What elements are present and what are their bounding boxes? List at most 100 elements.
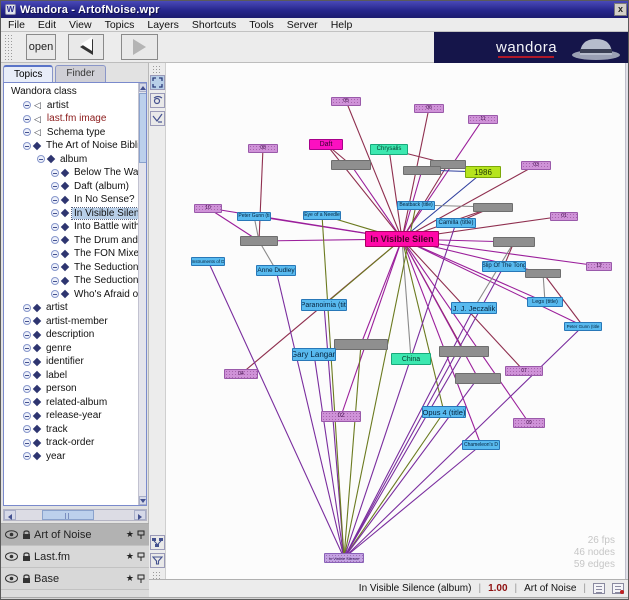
tree-expander-icon[interactable] <box>23 101 31 109</box>
graph-node-P6[interactable]: 10 <box>194 204 222 213</box>
graph-node-B6[interactable]: Beatback (title) <box>397 201 435 210</box>
tree-vertical-scrollbar[interactable] <box>138 83 146 505</box>
tree-item[interactable]: The Art of Noise Bibliograph <box>6 139 146 153</box>
tree-item[interactable]: label <box>6 369 146 383</box>
tree-item[interactable]: genre <box>6 342 146 356</box>
graph-node-M2[interactable]: In Visible Silen <box>365 231 439 247</box>
graph-options-button[interactable] <box>150 535 165 550</box>
layer-pin-icon[interactable] <box>137 574 145 583</box>
tree-item[interactable]: artist <box>6 301 146 315</box>
visibility-eye-icon[interactable] <box>5 530 18 539</box>
scroll-right-arrow[interactable] <box>134 510 146 520</box>
graph-node-P9[interactable]: 04 <box>224 369 258 379</box>
graph-toolbar-handle-bottom[interactable] <box>152 571 162 579</box>
tree-item[interactable]: The FON Mixes (albu <box>6 247 146 261</box>
tree-expander-icon[interactable] <box>23 439 31 447</box>
menu-file[interactable]: File <box>8 19 25 31</box>
graph-node-G6[interactable] <box>493 237 535 247</box>
tree-expander-icon[interactable] <box>23 331 31 339</box>
tree-item[interactable]: description <box>6 328 146 342</box>
tree-expander-icon[interactable] <box>23 425 31 433</box>
tree-expander-icon[interactable] <box>51 236 59 244</box>
layer-star-icon[interactable]: ★ <box>126 529 134 540</box>
tree-item[interactable]: ◁Schema type <box>6 126 146 140</box>
graph-node-B8[interactable]: Slip Of The Tong <box>482 261 526 272</box>
tree-item[interactable]: The Seduction of Cla <box>6 274 146 288</box>
graph-node-P5[interactable]: 03 <box>521 161 551 170</box>
tree-item[interactable]: Daft (album) <box>6 180 146 194</box>
lock-icon[interactable] <box>22 552 31 562</box>
tree-item[interactable]: The Drum and Bass <box>6 234 146 248</box>
tree-expander-icon[interactable] <box>37 155 45 163</box>
tree-item[interactable]: track-order <box>6 436 146 450</box>
graph-node-B7[interactable]: Camilla (title) <box>436 218 476 228</box>
forward-button[interactable] <box>121 34 158 60</box>
tree-expander-icon[interactable] <box>51 182 59 190</box>
tree-item[interactable]: artist-member <box>6 315 146 329</box>
tree-item[interactable]: Below The Waste (a <box>6 166 146 180</box>
pan-tool-button[interactable] <box>150 93 165 108</box>
graph-node-P13[interactable]: In Visible Silence <box>324 553 364 563</box>
scroll-down-arrow[interactable] <box>139 496 147 505</box>
graph-node-B10[interactable]: J. J. Jeczalik <box>451 302 497 314</box>
topic-info-icon[interactable] <box>593 583 605 594</box>
back-button[interactable] <box>68 34 104 60</box>
graph-node-P2[interactable]: 08 <box>248 144 278 153</box>
toolbar-drag-handle[interactable] <box>4 34 13 61</box>
graph-node-P4[interactable]: 11 <box>468 115 498 124</box>
tree-expander-icon[interactable] <box>23 412 31 420</box>
tree-expander-icon[interactable] <box>51 223 59 231</box>
graph-node-P12[interactable]: 09 <box>513 418 545 428</box>
graph-node-G8[interactable] <box>334 339 388 350</box>
graph-node-G1[interactable] <box>331 160 371 170</box>
tree-expander-icon[interactable] <box>23 115 31 123</box>
tree-item[interactable]: The Seduction of Cla <box>6 261 146 275</box>
lock-icon[interactable] <box>22 574 31 584</box>
tree-item[interactable]: Who's Afraid of the A <box>6 288 146 302</box>
scroll-up-arrow[interactable] <box>139 83 147 92</box>
tree-expander-icon[interactable] <box>51 250 59 258</box>
layer-row-last-fm[interactable]: Last.fm★ <box>1 546 149 568</box>
tree-expander-icon[interactable] <box>23 317 31 325</box>
graph-node-B12[interactable]: Opus 4 (title) <box>422 406 466 418</box>
tree-item[interactable]: In No Sense? Nonse <box>6 193 146 207</box>
graph-node-B11[interactable]: Gary Langan <box>292 348 336 361</box>
layer-star-icon[interactable]: ★ <box>126 551 134 562</box>
menu-view[interactable]: View <box>69 19 92 31</box>
graph-node-G5[interactable] <box>473 203 513 212</box>
layer-pin-icon[interactable] <box>137 552 145 561</box>
tree-expander-icon[interactable] <box>23 385 31 393</box>
graph-node-B14[interactable]: Peter Gunn (title <box>564 322 602 331</box>
graph-node-B4[interactable]: Anne Dudley <box>256 265 296 276</box>
expand-view-button[interactable] <box>150 75 165 90</box>
tree-expander-icon[interactable] <box>51 263 59 271</box>
tree-item[interactable]: album <box>6 153 146 167</box>
title-bar[interactable]: W Wandora - ArtofNoise.wpr x <box>1 1 629 18</box>
layer-pin-icon[interactable] <box>137 530 145 539</box>
layer-star-icon[interactable]: ★ <box>126 573 134 584</box>
graph-node-P8[interactable]: 12 <box>586 262 612 271</box>
close-button[interactable]: x <box>614 3 627 16</box>
graph-node-P3[interactable]: 06 <box>414 104 444 113</box>
visibility-eye-icon[interactable] <box>5 552 18 561</box>
menu-shortcuts[interactable]: Shortcuts <box>192 19 236 31</box>
layer-row-base[interactable]: Base★ <box>1 568 149 590</box>
menu-help[interactable]: Help <box>331 19 353 31</box>
open-button[interactable]: open <box>26 34 56 60</box>
tree-item[interactable]: ◁last.fm image <box>6 112 146 126</box>
tree-expander-icon[interactable] <box>51 209 59 217</box>
tree-expander-icon[interactable] <box>23 304 31 312</box>
tree-expander-icon[interactable] <box>51 290 59 298</box>
graph-node-P7[interactable]: 01 <box>550 212 578 221</box>
graph-node-P11[interactable]: 07 <box>505 366 543 376</box>
tree-item[interactable]: Wandora class <box>6 85 146 99</box>
graph-node-Y1[interactable]: 1986 <box>465 166 501 178</box>
tree-item[interactable]: In Visible Silence (al <box>6 207 146 221</box>
graph-node-B5[interactable]: Paranoimia (titl <box>301 299 347 311</box>
menu-edit[interactable]: Edit <box>38 19 56 31</box>
lock-icon[interactable] <box>22 530 31 540</box>
tree-expander-icon[interactable] <box>23 371 31 379</box>
tree-scroll-thumb[interactable] <box>139 93 147 163</box>
tree-horizontal-scrollbar[interactable] <box>3 509 147 521</box>
tree-expander-icon[interactable] <box>23 128 31 136</box>
